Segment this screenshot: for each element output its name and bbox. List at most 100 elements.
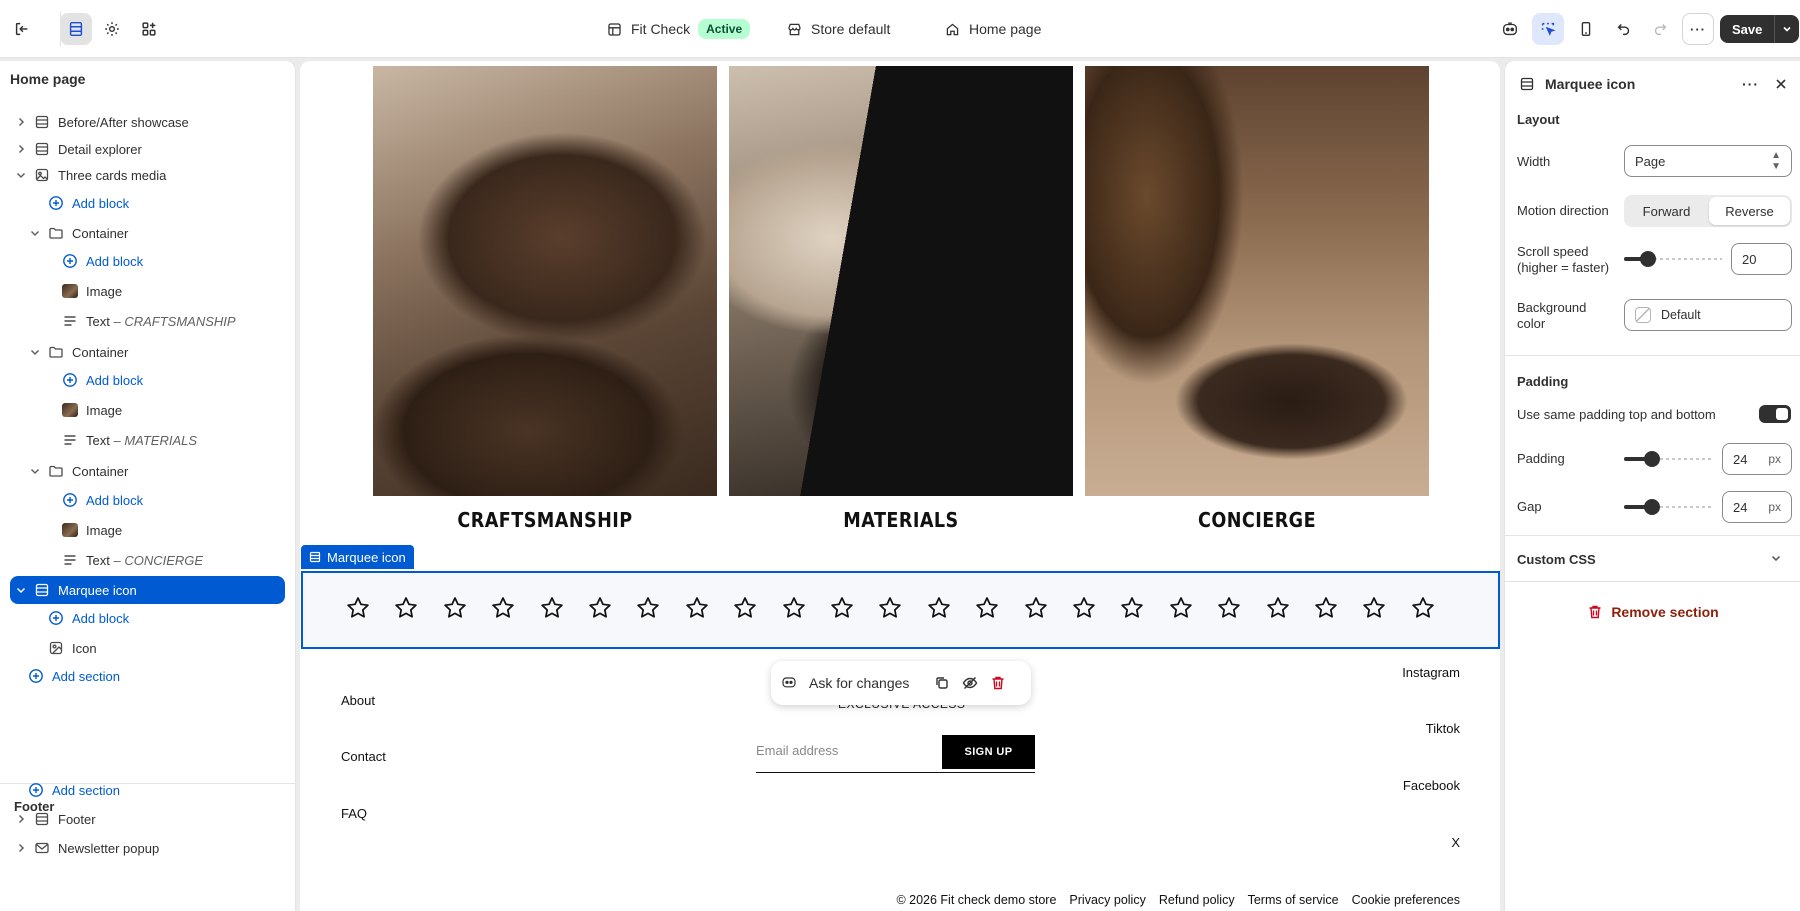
chevron-down-icon[interactable]: [1769, 551, 1783, 565]
tree-item-marquee-icon[interactable]: Marquee icon: [10, 576, 285, 604]
marquee-section[interactable]: [301, 571, 1500, 649]
card-title[interactable]: CONCIERGE: [1106, 508, 1409, 532]
tree-item-before-after-showcase[interactable]: Before/After showcase: [10, 108, 285, 136]
tree-item-text[interactable]: Text – CRAFTSMANSHIP: [10, 307, 285, 335]
plus-circle-icon: [48, 195, 64, 211]
add-section-button[interactable]: Add section: [10, 662, 285, 690]
add-block-button[interactable]: Add block: [10, 604, 285, 632]
tree-item-detail-explorer[interactable]: Detail explorer: [10, 135, 285, 163]
background-color-picker[interactable]: Default: [1624, 299, 1792, 331]
signup-button[interactable]: SIGN UP: [942, 735, 1035, 769]
slider-thumb[interactable]: [1644, 451, 1660, 467]
padding-input[interactable]: 24 px: [1722, 443, 1792, 475]
chevron-down-icon[interactable]: [14, 168, 28, 182]
duplicate-icon[interactable]: [933, 674, 951, 692]
footer-link-instagram[interactable]: Instagram: [1402, 665, 1460, 680]
theme-selector[interactable]: Fit Check Active: [606, 18, 751, 40]
tree-item-image[interactable]: Image: [10, 277, 285, 305]
slider-thumb[interactable]: [1644, 499, 1660, 515]
footer-link-contact[interactable]: Contact: [341, 749, 386, 764]
gear-icon[interactable]: [96, 13, 128, 45]
add-block-button[interactable]: Add block: [10, 189, 285, 217]
footer-link-faq[interactable]: FAQ: [341, 806, 367, 821]
selected-section-tag[interactable]: Marquee icon: [301, 545, 414, 569]
same-padding-label: Use same padding top and bottom: [1517, 407, 1716, 422]
footer-link-x[interactable]: X: [1451, 835, 1460, 850]
exit-icon[interactable]: [6, 13, 38, 45]
chevron-right-icon[interactable]: [14, 812, 28, 826]
star-icon: [587, 595, 613, 621]
tree-item-footer[interactable]: Footer: [10, 805, 285, 833]
card-title[interactable]: MATERIALS: [750, 508, 1053, 532]
star-icon: [490, 595, 516, 621]
redo-icon[interactable]: [1644, 13, 1676, 45]
add-block-button[interactable]: Add block: [10, 247, 285, 275]
footer-link-about[interactable]: About: [341, 693, 375, 708]
inspector-icon[interactable]: [1532, 13, 1564, 45]
chevron-right-icon[interactable]: [14, 841, 28, 855]
sections-icon[interactable]: [60, 13, 92, 45]
page-selector[interactable]: Home page: [944, 18, 1041, 40]
footer-link-facebook[interactable]: Facebook: [1403, 778, 1460, 793]
add-block-button[interactable]: Add block: [10, 486, 285, 514]
undo-icon[interactable]: [1608, 13, 1640, 45]
tree-item-image[interactable]: Image: [10, 396, 285, 424]
tree-item-label: Image: [86, 522, 123, 538]
tree-item-image[interactable]: Image: [10, 516, 285, 544]
motion-reverse-option[interactable]: Reverse: [1709, 197, 1790, 225]
gap-input[interactable]: 24 px: [1722, 491, 1792, 523]
mobile-icon[interactable]: [1570, 13, 1602, 45]
chevron-right-icon[interactable]: [14, 115, 28, 129]
card-image-concierge[interactable]: [1085, 66, 1429, 496]
tree-item-container[interactable]: Container: [10, 457, 285, 485]
save-menu-chevron-icon[interactable]: [1775, 15, 1799, 43]
gap-slider[interactable]: [1624, 497, 1714, 517]
chevron-down-icon[interactable]: [14, 583, 28, 597]
save-button[interactable]: Save: [1720, 15, 1776, 43]
add-section-button[interactable]: Add section: [10, 776, 285, 804]
scroll-speed-slider[interactable]: [1624, 249, 1722, 269]
card-title[interactable]: CRAFTSMANSHIP: [394, 508, 697, 532]
delete-icon[interactable]: [989, 674, 1007, 692]
slider-thumb[interactable]: [1640, 251, 1656, 267]
motion-forward-option[interactable]: Forward: [1626, 197, 1707, 225]
email-input[interactable]: [756, 743, 936, 758]
tree-item-newsletter-popup[interactable]: Newsletter popup: [10, 834, 285, 862]
tree-item-text[interactable]: Text – MATERIALS: [10, 426, 285, 454]
remove-section-button[interactable]: Remove section: [1505, 604, 1800, 620]
chevron-down-icon[interactable]: [28, 226, 42, 240]
legal-link-privacy-policy[interactable]: Privacy policy: [1069, 893, 1145, 907]
text-icon: [62, 432, 78, 448]
tree-item-container[interactable]: Container: [10, 338, 285, 366]
tree-item-three-cards-media[interactable]: Three cards media: [10, 161, 285, 189]
width-select[interactable]: Page ▲ ▼: [1624, 145, 1792, 177]
more-actions-button[interactable]: ···: [1682, 13, 1714, 45]
card-image-materials[interactable]: [729, 66, 1073, 496]
custom-css-toggle[interactable]: Custom CSS: [1517, 552, 1596, 567]
tree-item-container[interactable]: Container: [10, 219, 285, 247]
tree-item-text[interactable]: Text – CONCIERGE: [10, 546, 285, 574]
ai-icon[interactable]: [1494, 13, 1526, 45]
tree-item-label: Container: [72, 463, 129, 479]
legal-link-cookie-preferences[interactable]: Cookie preferences: [1352, 893, 1460, 907]
same-padding-toggle[interactable]: [1759, 405, 1791, 423]
legal-link-refund-policy[interactable]: Refund policy: [1159, 893, 1235, 907]
apps-icon[interactable]: [133, 13, 165, 45]
ask-for-changes-button[interactable]: Ask for changes: [809, 675, 909, 691]
scroll-speed-input[interactable]: 20: [1731, 243, 1792, 275]
add-block-button[interactable]: Add block: [10, 366, 285, 394]
label-separator: –: [109, 432, 125, 448]
star-icon: [1119, 595, 1145, 621]
tree-item-icon[interactable]: Icon: [10, 634, 285, 662]
chevron-down-icon[interactable]: [28, 464, 42, 478]
card-image-craftsmanship[interactable]: [373, 66, 717, 496]
padding-slider[interactable]: [1624, 449, 1714, 469]
chevron-down-icon[interactable]: [28, 345, 42, 359]
close-icon[interactable]: [1773, 76, 1789, 92]
hide-icon[interactable]: [961, 674, 979, 692]
legal-link-terms-of-service[interactable]: Terms of service: [1248, 893, 1339, 907]
chevron-right-icon[interactable]: [14, 142, 28, 156]
store-selector[interactable]: Store default: [786, 18, 890, 40]
more-icon[interactable]: ···: [1742, 76, 1759, 92]
footer-link-tiktok[interactable]: Tiktok: [1426, 721, 1460, 736]
